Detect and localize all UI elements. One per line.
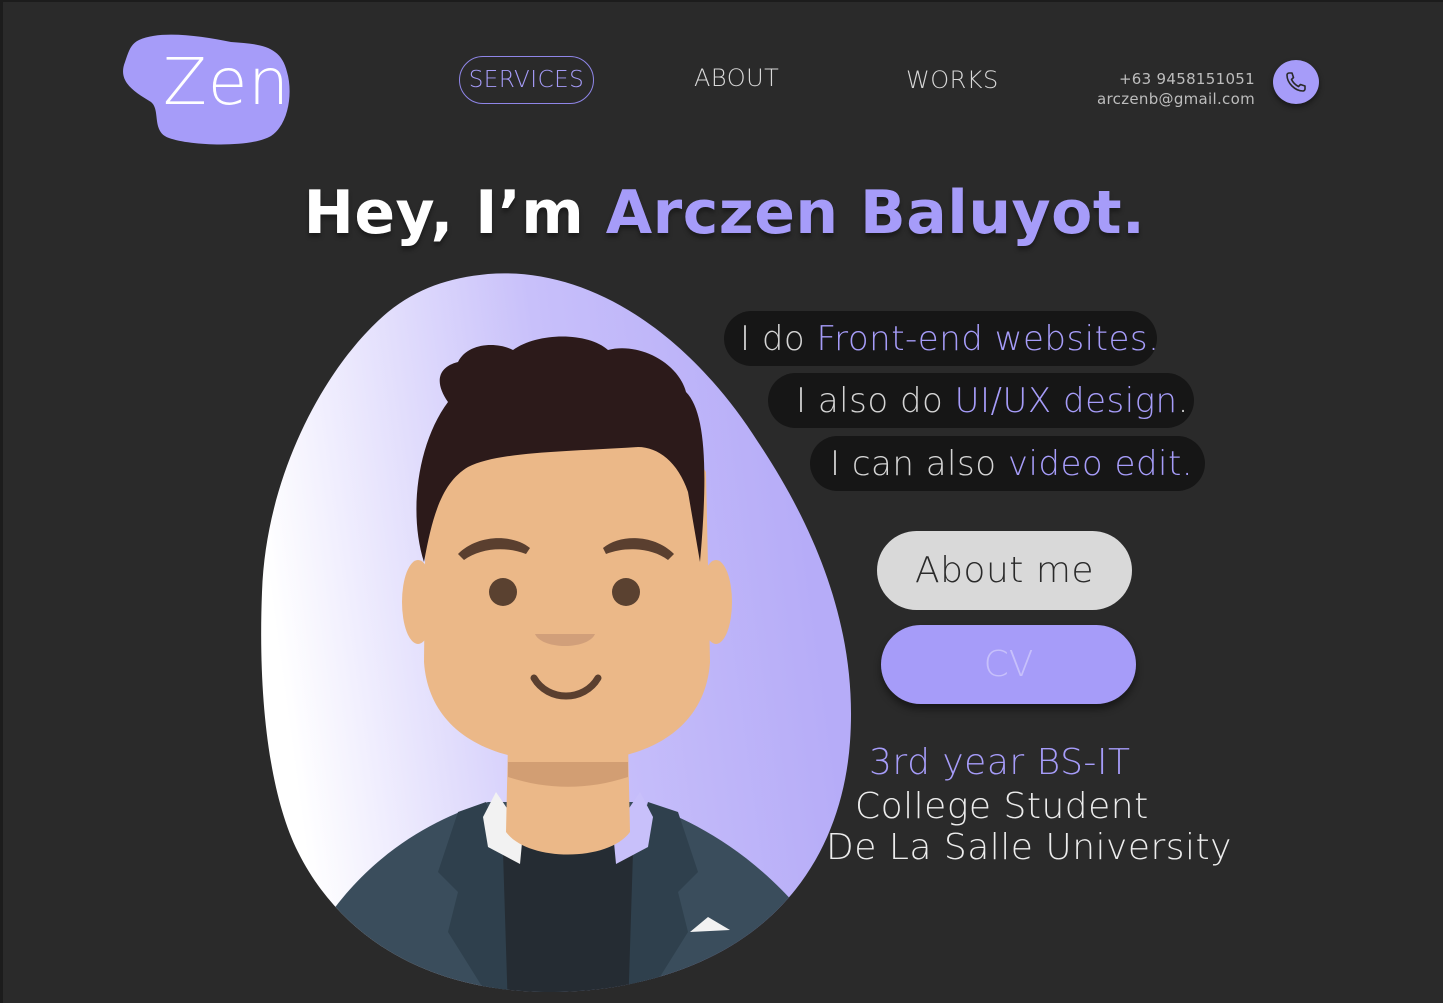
skill-highlight: Front-end websites.: [816, 318, 1160, 359]
avatar-illustration: [258, 272, 858, 993]
logo-text: Zen: [163, 46, 290, 120]
about-me-button[interactable]: About me: [877, 531, 1132, 610]
phone-button[interactable]: [1273, 60, 1319, 104]
nav-about[interactable]: ABOUT: [694, 64, 779, 92]
name-text: Arczen Baluyot.: [605, 178, 1146, 248]
nav-works[interactable]: WORKS: [906, 66, 999, 94]
skill-highlight: video edit.: [1007, 443, 1194, 484]
status-text: College Student: [855, 786, 1149, 827]
year-text: 3rd year BS-IT: [869, 742, 1131, 783]
skill-highlight: UI/UX design: [954, 380, 1178, 421]
skill-prefix: I also do: [796, 380, 944, 421]
skill-prefix: I can also: [830, 443, 997, 484]
skill-pill-frontend: I do Front-end websites.: [724, 311, 1160, 366]
skill-prefix: I do: [740, 318, 806, 359]
greeting-text: Hey, I’m: [303, 178, 606, 248]
page-title: Hey, I’m Arczen Baluyot.: [3, 178, 1443, 248]
portfolio-page: Zen SERVICES ABOUT WORKS +63 9458151051 …: [0, 0, 1443, 1003]
skill-pill-video: I can also video edit.: [810, 436, 1205, 491]
contact-email[interactable]: arczenb@gmail.com: [1097, 89, 1255, 109]
phone-icon: [1286, 72, 1306, 92]
logo[interactable]: Zen: [121, 32, 293, 148]
nav-services[interactable]: SERVICES: [459, 56, 594, 104]
skill-pill-uiux: I also do UI/UX design.: [768, 373, 1194, 428]
contact-phone[interactable]: +63 9458151051: [1097, 69, 1255, 89]
contact-info: +63 9458151051 arczenb@gmail.com: [1097, 69, 1255, 109]
cv-button[interactable]: CV: [881, 625, 1136, 704]
skill-suffix: .: [1177, 380, 1189, 421]
school-text: De La Salle University: [826, 827, 1232, 868]
